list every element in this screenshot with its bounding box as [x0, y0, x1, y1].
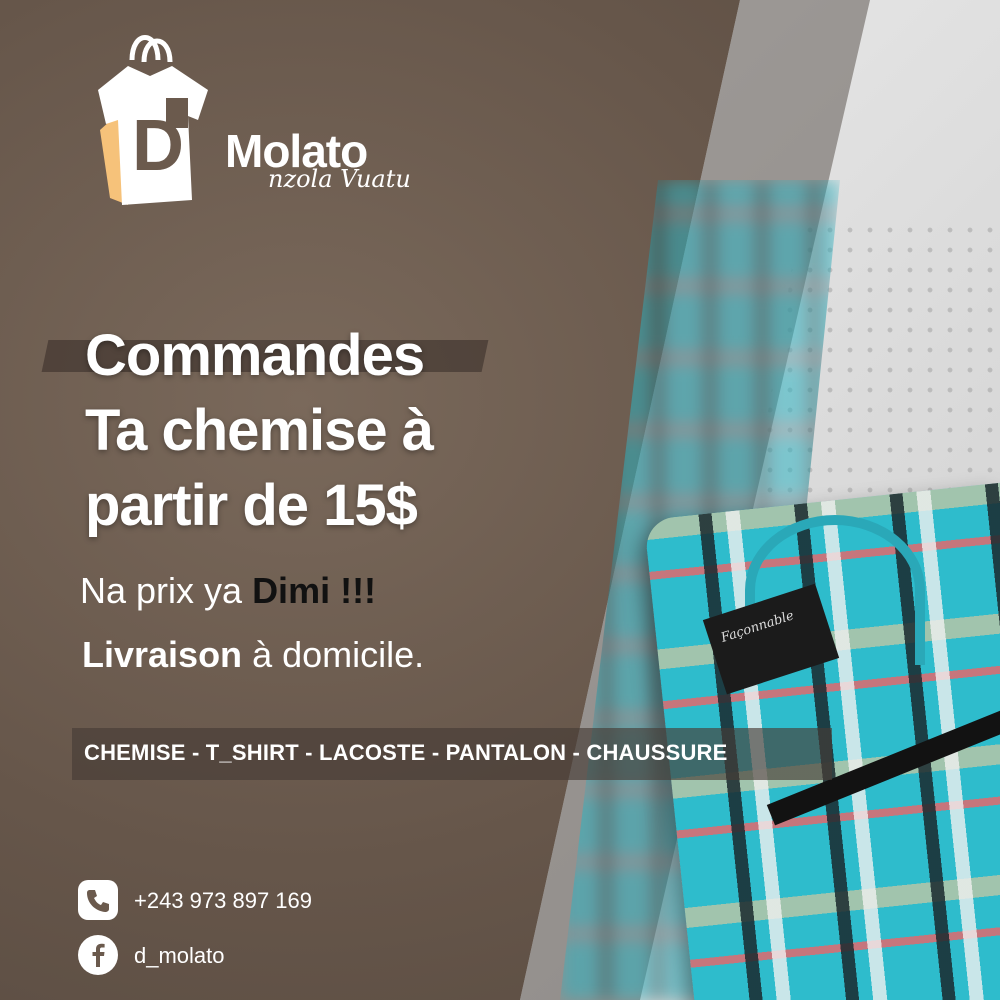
contact-phone[interactable]: +243 973 897 169 — [78, 880, 438, 924]
headline-line-3: partir de 15$ — [85, 473, 418, 538]
delivery-line: Livraison à domicile. — [82, 634, 424, 676]
facebook-icon — [78, 935, 118, 975]
promo-highlight: Dimi !!! — [252, 570, 377, 611]
promo-prefix: Na prix ya — [80, 570, 253, 611]
phone-icon — [78, 880, 118, 920]
delivery-suffix: à domicile. — [242, 634, 425, 675]
phone-number: +243 973 897 169 — [134, 888, 313, 913]
promo-poster: Façonnable D Molato nzola Vuatu Commande… — [0, 0, 1000, 1000]
promo-line: Na prix ya Dimi !!! — [80, 570, 376, 612]
headline-line-1: Commandes — [85, 323, 425, 388]
delivery-highlight: Livraison — [82, 634, 243, 675]
contact-facebook[interactable]: d_molato — [78, 935, 438, 979]
facebook-handle: d_molato — [134, 943, 225, 968]
categories-list: CHEMISE - T_SHIRT - LACOSTE - PANTALON -… — [84, 740, 728, 765]
shirt-label-text: Façonnable — [719, 608, 796, 646]
headline-line-2: Ta chemise à — [85, 398, 434, 463]
brand-tagline: nzola Vuatu — [268, 165, 411, 193]
shopping-bag-shirt-icon: D — [98, 35, 208, 205]
